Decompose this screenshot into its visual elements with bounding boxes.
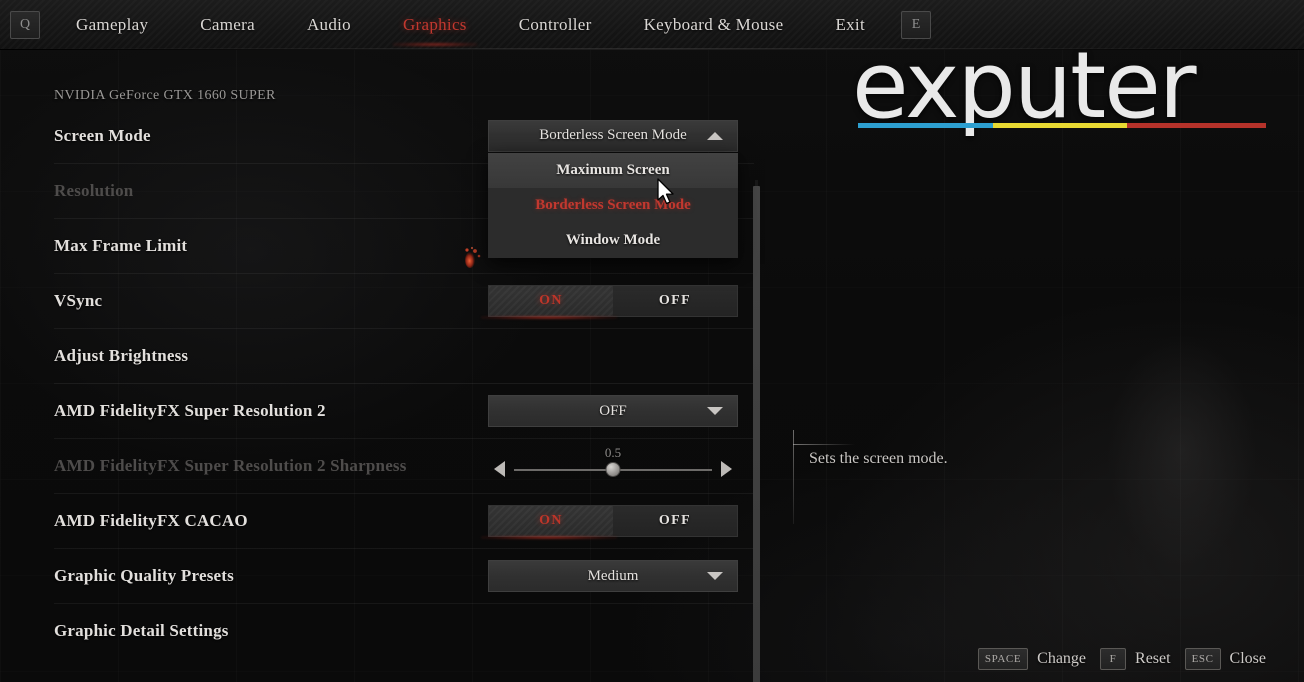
setting-label-amd-fidelityfx-cacao: AMD FidelityFX CACAO (54, 511, 248, 530)
nav-item-list: Gameplay Camera Audio Graphics Controller Key… (50, 0, 891, 50)
dropdown-option-borderless-screen-mode[interactable]: Borderless Screen Mode (488, 188, 738, 223)
hint-key-badge-esc[interactable]: ESC (1184, 648, 1221, 670)
toggle-amd-fidelityfx-cacao[interactable]: ON OFF (488, 505, 738, 537)
setting-label-adjust-brightness: Adjust Brightness (54, 346, 189, 365)
setting-row-adjust-brightness[interactable]: Adjust Brightness (54, 328, 754, 383)
exputer-watermark: exputer (852, 32, 1270, 139)
setting-label-vsync: VSync (54, 291, 103, 310)
setting-row-vsync[interactable]: VSync ON OFF (54, 273, 754, 328)
dropdown-graphic-quality-presets[interactable]: Medium (488, 560, 738, 592)
exputer-logo-colorbar (858, 123, 1266, 129)
slider-amd-fidelityfx-super-resolution-2-sharpness[interactable]: 0.5 (488, 445, 738, 483)
setting-control-amd-fidelityfx-super-resolution-2[interactable]: OFF (488, 395, 738, 427)
chevron-down-icon[interactable] (707, 407, 723, 415)
screen-mode-dropdown-list[interactable]: Maximum Screen Borderless Screen Mode Wind… (488, 153, 738, 258)
dropdown-option-window-mode[interactable]: Window Mode (488, 223, 738, 258)
hint-action-label-close: Close (1229, 650, 1266, 667)
exputer-logo-text: exputer (852, 32, 1197, 139)
setting-row-amd-fidelityfx-super-resolution-2-sharpness: AMD FidelityFX Super Resolution 2 Sharpn… (54, 438, 754, 493)
setting-control-amd-fidelityfx-cacao[interactable]: ON OFF (488, 505, 738, 537)
nav-item-controller[interactable]: Controller (493, 0, 618, 50)
gpu-name-label: NVIDIA GeForce GTX 1660 SUPER (54, 88, 276, 103)
toggle-on-option-amd-fidelityfx-cacao[interactable]: ON (489, 506, 613, 536)
dropdown-option-maximum-screen[interactable]: Maximum Screen (488, 153, 738, 188)
chevron-up-icon[interactable] (707, 131, 723, 140)
dropdown-value-graphic-quality-presets: Medium (587, 567, 639, 584)
hint-action-label-change: Change (1037, 650, 1087, 667)
toggle-on-option-vsync[interactable]: ON (489, 286, 613, 316)
setting-row-amd-fidelityfx-cacao[interactable]: AMD FidelityFX CACAO ON OFF (54, 493, 754, 548)
toggle-off-option-vsync[interactable]: OFF (613, 286, 737, 316)
setting-label-resolution: Resolution (54, 181, 134, 200)
hint-action-label-reset: Reset (1135, 650, 1171, 667)
setting-label-graphic-detail-settings: Graphic Detail Settings (54, 621, 229, 640)
setting-label-screen-mode: Screen Mode (54, 125, 151, 145)
hint-key-badge-space[interactable]: SPACE (977, 648, 1029, 670)
keyboard-hints-bar: SPACE Change F Reset ESC Close (977, 648, 1266, 670)
dropdown-value-amd-fidelityfx-super-resolution-2: OFF (599, 402, 627, 419)
setting-control-amd-fidelityfx-super-resolution-2-sharpness[interactable]: 0.5 (488, 445, 738, 483)
dropdown-screen-mode[interactable]: Borderless Screen Mode (488, 119, 738, 152)
logo-bar-segment-2 (992, 123, 1128, 129)
logo-bar-segment-3 (1127, 123, 1266, 129)
setting-control-screen-mode[interactable]: Borderless Screen Mode (488, 119, 738, 152)
slider-increase-arrow-icon[interactable] (721, 461, 732, 477)
hint-change: SPACE Change (977, 648, 1087, 670)
logo-bar-segment-1 (858, 123, 993, 129)
setting-description-tooltip: Sets the screen mode. (793, 430, 1153, 524)
setting-control-vsync[interactable]: ON OFF (488, 285, 738, 317)
setting-label-amd-fidelityfx-super-resolution-2-sharpness: AMD FidelityFX Super Resolution 2 Sharpn… (54, 456, 407, 475)
dropdown-amd-fidelityfx-super-resolution-2[interactable]: OFF (488, 395, 738, 427)
setting-label-amd-fidelityfx-super-resolution-2: AMD FidelityFX Super Resolution 2 (54, 401, 326, 420)
nav-item-camera[interactable]: Camera (174, 0, 281, 50)
setting-label-graphic-quality-presets: Graphic Quality Presets (54, 566, 234, 585)
hint-reset: F Reset (1100, 648, 1171, 670)
tooltip-text: Sets the screen mode. (809, 450, 948, 467)
toggle-off-option-amd-fidelityfx-cacao[interactable]: OFF (613, 506, 737, 536)
game-settings-screen: Q Gameplay Camera Audio Graphics Controller K… (0, 0, 1304, 682)
slider-decrease-arrow-icon[interactable] (494, 461, 505, 477)
hint-close: ESC Close (1184, 648, 1266, 670)
nav-item-gameplay[interactable]: Gameplay (50, 0, 174, 50)
setting-label-max-frame-limit: Max Frame Limit (54, 236, 188, 255)
nav-item-audio[interactable]: Audio (281, 0, 377, 50)
setting-control-graphic-quality-presets[interactable]: Medium (488, 560, 738, 592)
setting-row-graphic-quality-presets[interactable]: Graphic Quality Presets Medium (54, 548, 754, 603)
slider-handle[interactable] (605, 462, 621, 477)
toggle-vsync[interactable]: ON OFF (488, 285, 738, 317)
nav-prev-key-badge[interactable]: Q (10, 10, 40, 39)
chevron-down-icon[interactable] (707, 572, 723, 580)
setting-row-graphic-detail-settings[interactable]: Graphic Detail Settings (54, 603, 754, 658)
setting-row-amd-fidelityfx-super-resolution-2[interactable]: AMD FidelityFX Super Resolution 2 OFF (54, 383, 754, 438)
settings-panel: NVIDIA GeForce GTX 1660 SUPER Screen Mod… (0, 50, 760, 682)
tooltip-horizontal-rule (793, 444, 855, 445)
dropdown-value-screen-mode: Borderless Screen Mode (539, 127, 687, 143)
scrollbar-thumb[interactable] (753, 186, 760, 682)
slider-value-amd-fidelityfx-super-resolution-2-sharpness: 0.5 (604, 445, 622, 460)
nav-item-keyboard-mouse[interactable]: Keyboard & Mouse (618, 0, 810, 50)
hint-key-badge-f[interactable]: F (1100, 648, 1127, 670)
nav-item-graphics[interactable]: Graphics (377, 0, 493, 50)
